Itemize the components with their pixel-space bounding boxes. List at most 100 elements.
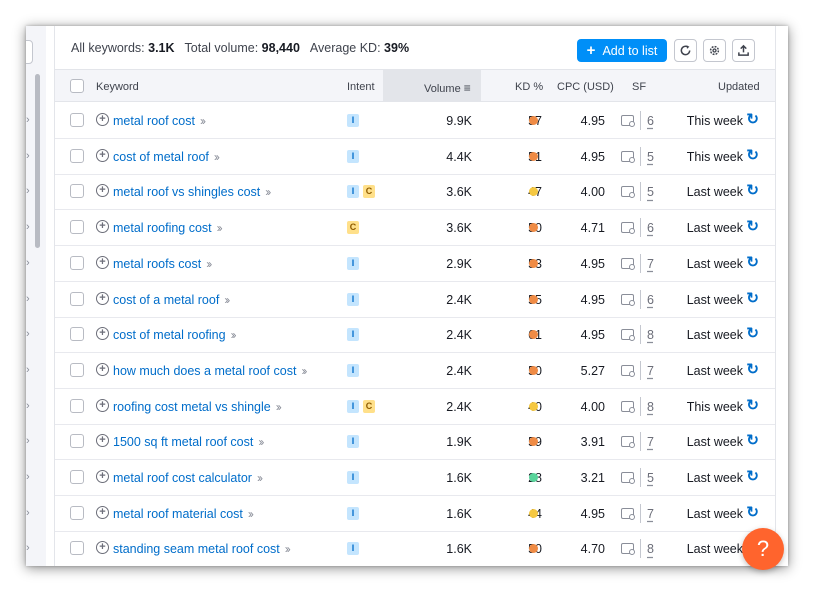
serp-preview-icon[interactable] bbox=[621, 293, 635, 306]
add-keyword-icon[interactable]: + bbox=[96, 291, 109, 305]
add-to-list-button[interactable]: + Add to list bbox=[577, 39, 667, 62]
column-volume[interactable]: Volume ≡ bbox=[424, 81, 471, 95]
keyword-link[interactable]: how much does a metal roof cost ›› bbox=[113, 364, 307, 378]
column-intent[interactable]: Intent bbox=[347, 81, 375, 93]
settings-button[interactable] bbox=[703, 39, 726, 62]
refresh-icon[interactable]: ↻ bbox=[746, 148, 759, 163]
sf-count[interactable]: 6 bbox=[647, 293, 654, 307]
table-row[interactable]: +standing seam metal roof cost››I1.6K504… bbox=[55, 531, 775, 566]
chevron-double-right-icon[interactable]: ›› bbox=[200, 114, 206, 128]
refresh-icon[interactable]: ↻ bbox=[746, 398, 759, 413]
keyword-link[interactable]: roofing cost metal vs shingle ›› bbox=[113, 400, 282, 414]
row-checkbox[interactable] bbox=[70, 220, 84, 235]
refresh-button[interactable] bbox=[674, 39, 697, 62]
sf-count[interactable]: 7 bbox=[647, 507, 654, 521]
refresh-icon[interactable]: ↻ bbox=[746, 183, 759, 198]
serp-preview-icon[interactable] bbox=[621, 115, 635, 127]
serp-preview-icon[interactable] bbox=[621, 150, 635, 163]
row-checkbox[interactable] bbox=[70, 398, 84, 413]
chevron-double-right-icon[interactable]: ›› bbox=[265, 185, 271, 199]
refresh-icon[interactable]: ↻ bbox=[746, 255, 759, 270]
chevron-double-right-icon[interactable]: ›› bbox=[231, 328, 237, 342]
expand-arrow-icon[interactable]: › bbox=[26, 293, 34, 304]
chevron-double-right-icon[interactable]: ›› bbox=[224, 293, 230, 307]
table-row[interactable]: +metal roof cost calculator››I1.6K283.21… bbox=[55, 460, 775, 496]
sf-count[interactable]: 7 bbox=[647, 364, 654, 378]
column-keyword[interactable]: Keyword bbox=[96, 81, 139, 93]
refresh-icon[interactable]: ↻ bbox=[746, 291, 759, 306]
expand-arrow-icon[interactable]: › bbox=[26, 543, 34, 554]
table-row[interactable]: +roofing cost metal vs shingle››IC2.4K40… bbox=[55, 389, 775, 425]
table-row[interactable]: +metal roof material cost››I1.6K444.957L… bbox=[55, 496, 775, 532]
chevron-double-right-icon[interactable]: ›› bbox=[248, 507, 254, 521]
expand-arrow-icon[interactable]: › bbox=[26, 364, 34, 375]
add-keyword-icon[interactable]: + bbox=[96, 362, 109, 376]
chevron-double-right-icon[interactable]: ›› bbox=[285, 542, 291, 556]
serp-preview-icon[interactable] bbox=[621, 364, 635, 377]
keyword-link[interactable]: metal roofing cost ›› bbox=[113, 221, 223, 235]
row-checkbox[interactable] bbox=[70, 362, 84, 377]
sf-count[interactable]: 8 bbox=[647, 400, 654, 414]
row-checkbox[interactable] bbox=[70, 148, 84, 163]
serp-preview-icon[interactable] bbox=[621, 507, 635, 520]
expand-arrow-icon[interactable]: › bbox=[26, 329, 34, 340]
keyword-link[interactable]: standing seam metal roof cost ›› bbox=[113, 542, 291, 556]
sf-count[interactable]: 6 bbox=[647, 221, 654, 235]
refresh-icon[interactable]: ↻ bbox=[746, 112, 759, 127]
table-row[interactable]: +metal roofs cost››I2.9K534.957Last week… bbox=[55, 246, 775, 282]
add-keyword-icon[interactable]: + bbox=[96, 541, 109, 555]
keyword-link[interactable]: cost of metal roof ›› bbox=[113, 150, 220, 164]
chevron-double-right-icon[interactable]: ›› bbox=[214, 150, 220, 164]
sf-count[interactable]: 7 bbox=[647, 257, 654, 271]
table-row[interactable]: +cost of metal roof››I4.4K514.955This we… bbox=[55, 139, 775, 175]
refresh-icon[interactable]: ↻ bbox=[746, 362, 759, 377]
add-keyword-icon[interactable]: + bbox=[96, 327, 109, 341]
chevron-double-right-icon[interactable]: ›› bbox=[206, 257, 212, 271]
sf-count[interactable]: 7 bbox=[647, 435, 654, 449]
sf-count[interactable]: 6 bbox=[647, 114, 654, 128]
table-row[interactable]: +cost of metal roofing››I2.4K614.958Last… bbox=[55, 317, 775, 354]
expand-arrow-icon[interactable]: › bbox=[26, 507, 34, 518]
chevron-double-right-icon[interactable]: ›› bbox=[258, 435, 264, 449]
refresh-icon[interactable]: ↻ bbox=[746, 326, 759, 341]
serp-preview-icon[interactable] bbox=[621, 329, 635, 342]
row-checkbox[interactable] bbox=[70, 434, 84, 449]
add-keyword-icon[interactable]: + bbox=[96, 398, 109, 412]
expand-arrow-icon[interactable]: › bbox=[26, 436, 34, 447]
serp-preview-icon[interactable] bbox=[621, 436, 635, 449]
add-keyword-icon[interactable]: + bbox=[96, 505, 109, 519]
select-all-checkbox[interactable] bbox=[70, 79, 84, 93]
keyword-link[interactable]: cost of a metal roof ›› bbox=[113, 293, 230, 307]
keyword-link[interactable]: metal roof cost ›› bbox=[113, 114, 206, 128]
table-row[interactable]: + how much does a metal roof cost ›› I 2.4K 5… bbox=[55, 353, 775, 389]
refresh-icon[interactable]: ↻ bbox=[746, 219, 759, 234]
column-cpc[interactable]: CPC (USD) bbox=[557, 81, 614, 93]
add-keyword-icon[interactable]: + bbox=[96, 113, 109, 126]
row-checkbox[interactable] bbox=[70, 255, 84, 270]
row-checkbox[interactable] bbox=[70, 184, 84, 199]
chevron-double-right-icon[interactable]: ›› bbox=[257, 471, 263, 485]
keyword-link[interactable]: metal roof vs shingles cost ›› bbox=[113, 185, 271, 199]
row-checkbox[interactable] bbox=[70, 113, 84, 127]
serp-preview-icon[interactable] bbox=[621, 472, 635, 484]
serp-preview-icon[interactable] bbox=[621, 222, 635, 235]
table-row[interactable]: +metal roof cost››I9.9K574.956This week↻ bbox=[55, 103, 775, 139]
table-row[interactable]: +metal roof vs shingles cost››IC3.6K474.… bbox=[55, 174, 775, 211]
expand-arrow-icon[interactable]: › bbox=[26, 472, 34, 483]
chevron-double-right-icon[interactable]: ›› bbox=[217, 221, 223, 235]
add-keyword-icon[interactable]: + bbox=[96, 220, 109, 234]
add-keyword-icon[interactable]: + bbox=[96, 470, 109, 483]
serp-preview-icon[interactable] bbox=[621, 186, 635, 199]
sf-count[interactable]: 5 bbox=[647, 185, 654, 199]
expand-arrow-icon[interactable]: › bbox=[26, 186, 34, 197]
sf-count[interactable]: 5 bbox=[647, 471, 654, 485]
serp-preview-icon[interactable] bbox=[621, 543, 635, 556]
keyword-link[interactable]: 1500 sq ft metal roof cost ›› bbox=[113, 435, 264, 449]
serp-preview-icon[interactable] bbox=[621, 257, 635, 270]
expand-arrow-icon[interactable]: › bbox=[26, 400, 34, 411]
sf-count[interactable]: 8 bbox=[647, 328, 654, 342]
add-keyword-icon[interactable]: + bbox=[96, 148, 109, 162]
add-keyword-icon[interactable]: + bbox=[96, 434, 109, 448]
add-keyword-icon[interactable]: + bbox=[96, 184, 109, 198]
keyword-link[interactable]: metal roof material cost ›› bbox=[113, 507, 254, 521]
